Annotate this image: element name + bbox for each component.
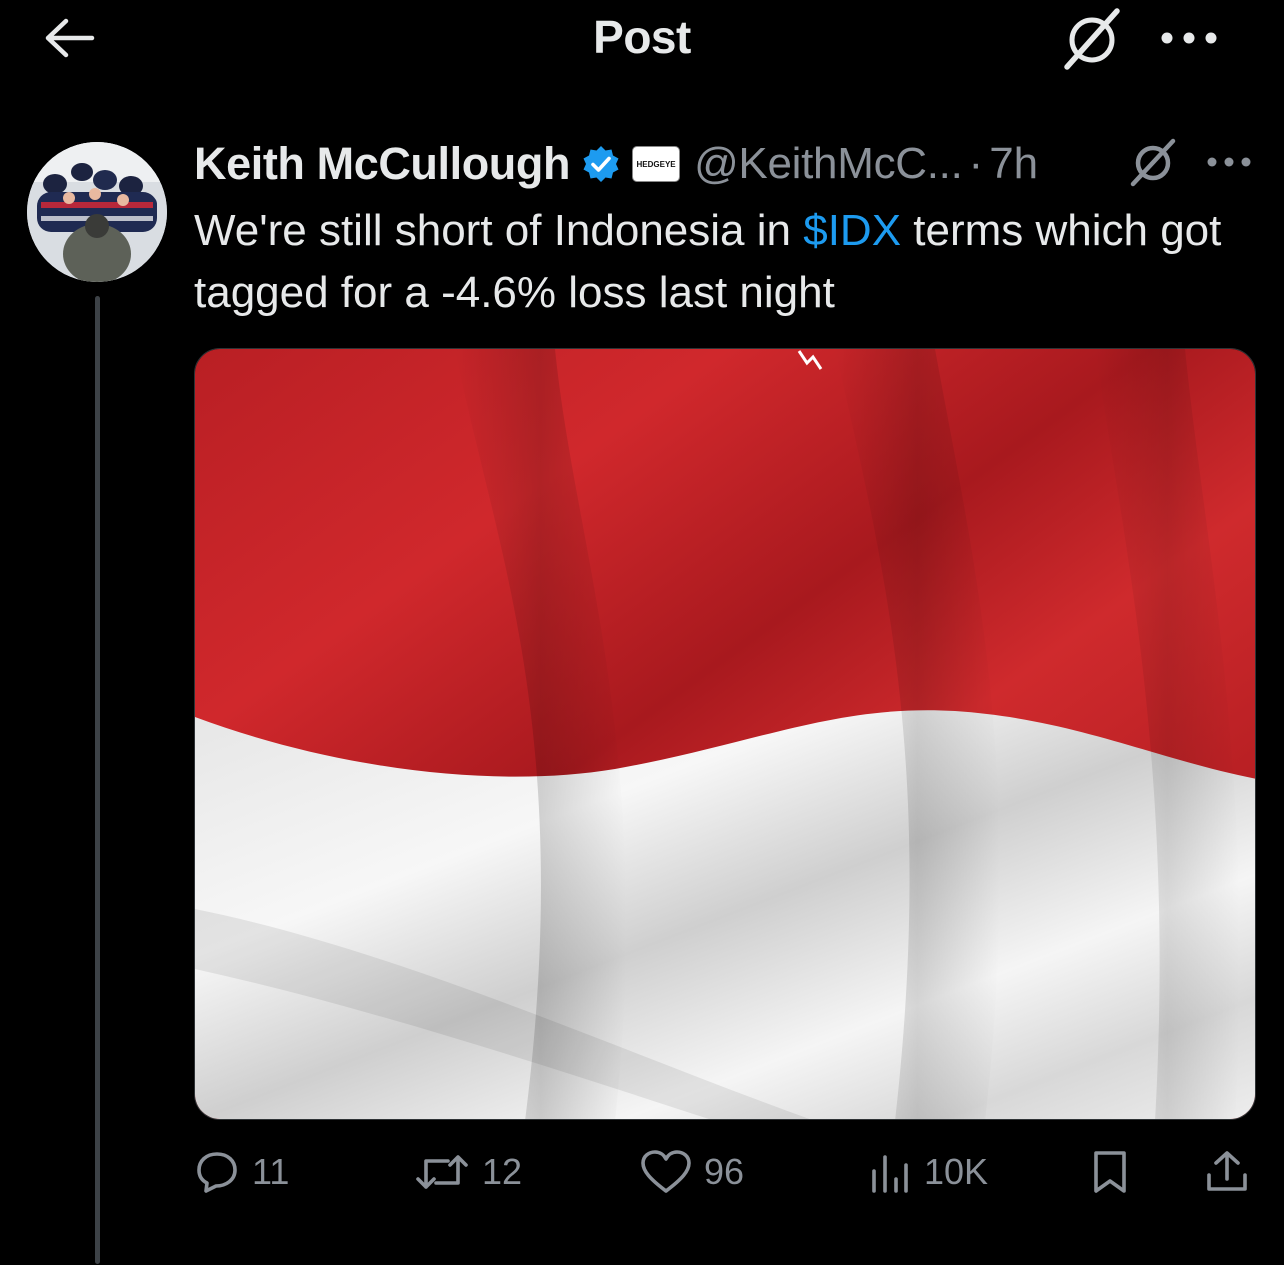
- repost-button[interactable]: 12: [414, 1140, 522, 1204]
- heart-icon: [640, 1149, 692, 1195]
- tweet-text-part: We're still short of Indonesia in: [194, 206, 804, 255]
- tweet-text: We're still short of Indonesia in $IDX t…: [194, 200, 1264, 324]
- grok-icon: [1127, 136, 1179, 193]
- cashtag-link[interactable]: $IDX: [803, 206, 901, 255]
- share-button[interactable]: [1204, 1140, 1250, 1204]
- tweet-media-image[interactable]: [194, 348, 1256, 1120]
- share-icon: [1204, 1149, 1250, 1195]
- reply-count: 11: [252, 1151, 290, 1192]
- grok-button[interactable]: [1056, 6, 1128, 74]
- tweet-action-bar: 11 12 96 10K: [0, 1140, 1284, 1204]
- repost-icon: [414, 1149, 470, 1195]
- thread-connector-line: [95, 296, 100, 1264]
- more-horizontal-icon: [1206, 155, 1252, 173]
- affiliate-badge[interactable]: HEDGEYE: [632, 146, 681, 182]
- post-timestamp[interactable]: 7h: [989, 139, 1038, 189]
- views-button[interactable]: 10K: [868, 1140, 988, 1204]
- like-count: 96: [704, 1151, 745, 1192]
- reply-icon: [194, 1149, 240, 1195]
- indonesia-flag-image: [195, 349, 1255, 1119]
- view-count: 10K: [924, 1151, 989, 1192]
- grok-icon: [1059, 5, 1125, 76]
- tweet-author-row: Keith McCullough HEDGEYE @KeithMcC... · …: [194, 134, 1038, 194]
- repost-count: 12: [482, 1151, 523, 1192]
- bookmark-icon: [1088, 1149, 1132, 1195]
- avatar-photo-icon: [27, 142, 167, 282]
- author-display-name[interactable]: Keith McCullough: [194, 138, 570, 190]
- like-button[interactable]: 96: [640, 1140, 744, 1204]
- more-options-button[interactable]: [1154, 18, 1224, 62]
- analytics-icon: [868, 1149, 912, 1195]
- bookmark-button[interactable]: [1088, 1140, 1132, 1204]
- avatar[interactable]: [27, 142, 167, 282]
- tweet-more-button[interactable]: [1204, 146, 1254, 182]
- separator: ·: [968, 139, 984, 188]
- reply-button[interactable]: 11: [194, 1140, 289, 1204]
- more-horizontal-icon: [1159, 31, 1219, 50]
- top-bar: Post: [0, 0, 1284, 80]
- verified-badge-icon[interactable]: [582, 145, 620, 183]
- author-handle[interactable]: @KeithMcC...: [694, 139, 963, 189]
- tweet-grok-button[interactable]: [1124, 138, 1182, 190]
